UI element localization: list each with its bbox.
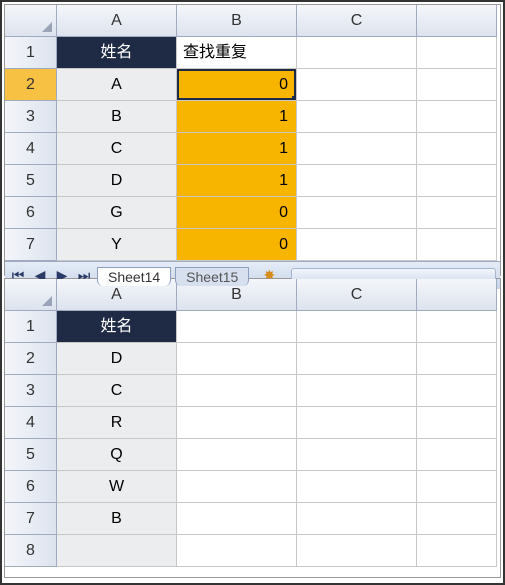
cell-D4[interactable] xyxy=(417,133,497,165)
cell-D5[interactable] xyxy=(417,165,497,197)
row-header[interactable]: 2 xyxy=(5,69,57,101)
spreadsheet-pane-bottom: A B C 1 姓名 2 D 3 C 4 R 5 Q 6 W 7 B xyxy=(4,278,501,578)
select-all-corner[interactable] xyxy=(5,5,57,37)
row-header[interactable]: 3 xyxy=(5,375,57,407)
row-header[interactable]: 6 xyxy=(5,471,57,503)
cell-B4[interactable] xyxy=(177,407,297,439)
cell-A1[interactable]: 姓名 xyxy=(57,311,177,343)
cell-C3[interactable] xyxy=(297,101,417,133)
cell-B4[interactable]: 1 xyxy=(177,133,297,165)
row-header[interactable]: 4 xyxy=(5,133,57,165)
cell-D7[interactable] xyxy=(417,503,497,535)
cell-B5[interactable] xyxy=(177,439,297,471)
cell-D8[interactable] xyxy=(417,535,497,567)
cell-B2[interactable] xyxy=(177,343,297,375)
cell-B3[interactable]: 1 xyxy=(177,101,297,133)
cell-D4[interactable] xyxy=(417,407,497,439)
cell-A3[interactable]: B xyxy=(57,101,177,133)
cell-A2[interactable]: D xyxy=(57,343,177,375)
cell-C4[interactable] xyxy=(297,133,417,165)
col-header-C[interactable]: C xyxy=(297,279,417,311)
cell-D2[interactable] xyxy=(417,343,497,375)
row-header[interactable]: 5 xyxy=(5,439,57,471)
row-header[interactable]: 7 xyxy=(5,503,57,535)
cell-B6[interactable]: 0 xyxy=(177,197,297,229)
cell-C8[interactable] xyxy=(297,535,417,567)
select-all-corner[interactable] xyxy=(5,279,57,311)
cell-C2[interactable] xyxy=(297,343,417,375)
cell-D6[interactable] xyxy=(417,197,497,229)
cell-A6[interactable]: W xyxy=(57,471,177,503)
cell-A1[interactable]: 姓名 xyxy=(57,37,177,69)
row-header[interactable]: 7 xyxy=(5,229,57,261)
grid-top[interactable]: A B C 1 姓名 查找重复 2 A 0 3 B 1 4 C 1 5 D 1 xyxy=(5,5,500,261)
row-header[interactable]: 4 xyxy=(5,407,57,439)
cell-C6[interactable] xyxy=(297,197,417,229)
cell-B3[interactable] xyxy=(177,375,297,407)
sheet-tab-active[interactable]: Sheet14 xyxy=(97,267,171,286)
cell-C4[interactable] xyxy=(297,407,417,439)
cell-C5[interactable] xyxy=(297,165,417,197)
cell-D1[interactable] xyxy=(417,311,497,343)
spreadsheet-pane-top: A B C 1 姓名 查找重复 2 A 0 3 B 1 4 C 1 5 D 1 xyxy=(4,4,501,276)
cell-A8[interactable] xyxy=(57,535,177,567)
row-header[interactable]: 1 xyxy=(5,37,57,69)
cell-A2[interactable]: A xyxy=(57,69,177,101)
row-header[interactable]: 8 xyxy=(5,535,57,567)
col-header-extra[interactable] xyxy=(417,5,497,37)
cell-A4[interactable]: C xyxy=(57,133,177,165)
grid-bottom[interactable]: A B C 1 姓名 2 D 3 C 4 R 5 Q 6 W 7 B xyxy=(5,279,500,567)
cell-B6[interactable] xyxy=(177,471,297,503)
col-header-extra[interactable] xyxy=(417,279,497,311)
cell-D6[interactable] xyxy=(417,471,497,503)
cell-C3[interactable] xyxy=(297,375,417,407)
cell-D5[interactable] xyxy=(417,439,497,471)
cell-B1[interactable]: 查找重复 xyxy=(177,37,297,69)
cell-B1[interactable] xyxy=(177,311,297,343)
col-header-B[interactable]: B xyxy=(177,5,297,37)
row-header[interactable]: 5 xyxy=(5,165,57,197)
cell-B7[interactable]: 0 xyxy=(177,229,297,261)
cell-D3[interactable] xyxy=(417,101,497,133)
cell-A5[interactable]: Q xyxy=(57,439,177,471)
cell-A5[interactable]: D xyxy=(57,165,177,197)
cell-D7[interactable] xyxy=(417,229,497,261)
cell-B5[interactable]: 1 xyxy=(177,165,297,197)
cell-A7[interactable]: B xyxy=(57,503,177,535)
row-header[interactable]: 3 xyxy=(5,101,57,133)
col-header-C[interactable]: C xyxy=(297,5,417,37)
row-header[interactable]: 2 xyxy=(5,343,57,375)
col-header-A[interactable]: A xyxy=(57,5,177,37)
cell-C6[interactable] xyxy=(297,471,417,503)
cell-C1[interactable] xyxy=(297,37,417,69)
cell-C5[interactable] xyxy=(297,439,417,471)
cell-D3[interactable] xyxy=(417,375,497,407)
cell-A4[interactable]: R xyxy=(57,407,177,439)
cell-C7[interactable] xyxy=(297,229,417,261)
cell-A6[interactable]: G xyxy=(57,197,177,229)
cell-D2[interactable] xyxy=(417,69,497,101)
cell-C7[interactable] xyxy=(297,503,417,535)
cell-D1[interactable] xyxy=(417,37,497,69)
cell-C1[interactable] xyxy=(297,311,417,343)
cell-A7[interactable]: Y xyxy=(57,229,177,261)
cell-C2[interactable] xyxy=(297,69,417,101)
row-header[interactable]: 1 xyxy=(5,311,57,343)
sheet-tab-inactive[interactable]: Sheet15 xyxy=(175,267,249,286)
cell-B2-active[interactable]: 0 xyxy=(177,69,297,101)
cell-A3[interactable]: C xyxy=(57,375,177,407)
cell-B7[interactable] xyxy=(177,503,297,535)
cell-B8[interactable] xyxy=(177,535,297,567)
row-header[interactable]: 6 xyxy=(5,197,57,229)
